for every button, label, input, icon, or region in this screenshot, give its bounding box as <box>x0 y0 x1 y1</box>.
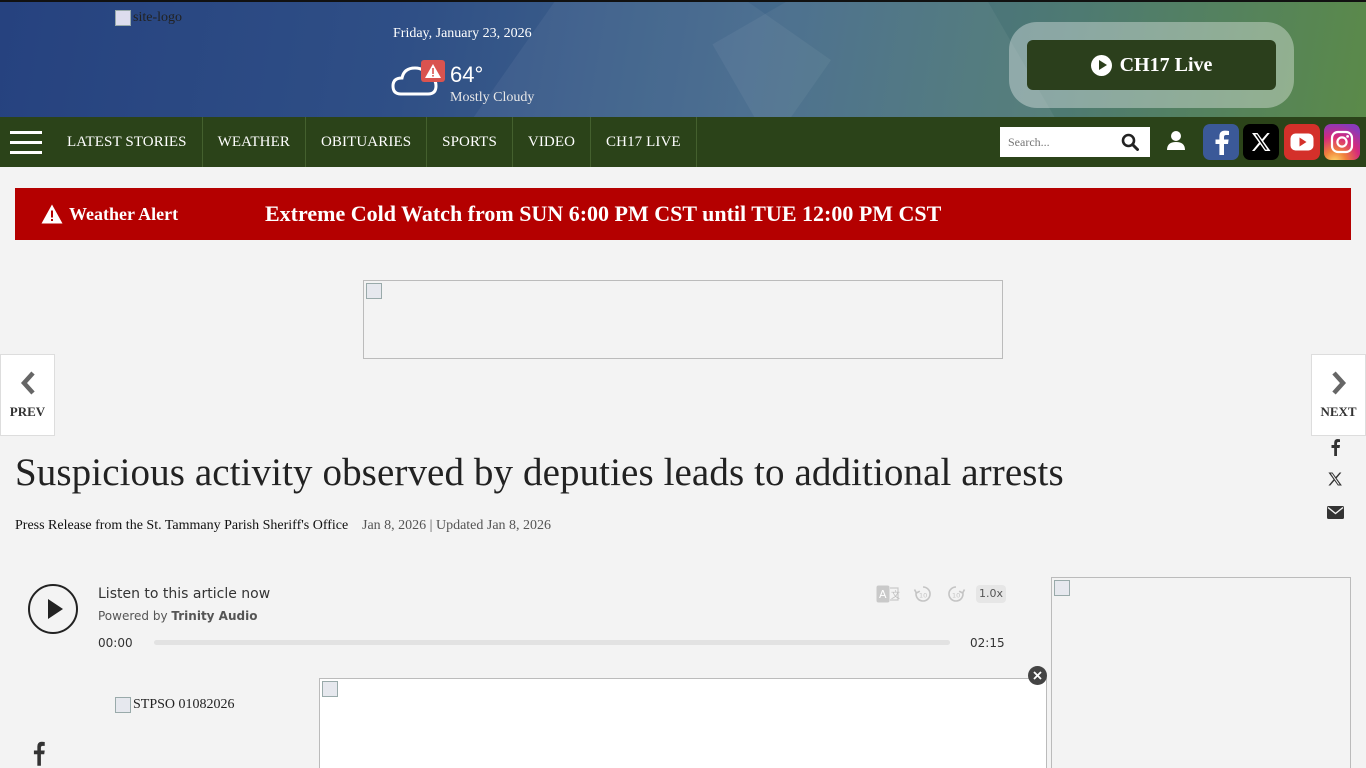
cloud-alert-icon[interactable] <box>391 58 447 98</box>
nav-item-obituaries[interactable]: OBITUARIES <box>306 117 428 167</box>
broken-image-icon <box>115 10 131 26</box>
nav-item-ch17-live[interactable]: CH17 LIVE <box>591 117 697 167</box>
top-banner-ad[interactable] <box>363 280 1003 359</box>
search-input[interactable] <box>1000 128 1115 156</box>
article-dates: Jan 8, 2026 | Updated Jan 8, 2026 <box>362 518 552 533</box>
svg-text:10: 10 <box>919 592 927 600</box>
article-headline: Suspicious activity observed by deputies… <box>15 451 1064 494</box>
broken-image-icon <box>115 697 131 713</box>
user-account-icon[interactable] <box>1166 130 1186 152</box>
svg-text:文: 文 <box>891 589 900 601</box>
nav-item-sports[interactable]: SPORTS <box>427 117 513 167</box>
search-box <box>1000 127 1150 157</box>
chevron-right-icon <box>1331 371 1346 395</box>
prev-article-button[interactable]: PREV <box>0 354 55 436</box>
audio-powered-brand[interactable]: Trinity Audio <box>171 609 257 623</box>
broken-image-icon <box>366 283 382 299</box>
rewind-10-icon[interactable]: 10 <box>913 584 933 604</box>
audio-powered-prefix: Powered by <box>98 609 168 623</box>
audio-powered-by: Powered by Trinity Audio <box>98 609 257 623</box>
site-header: site-logo Friday, January 23, 2026 64° M… <box>0 0 1366 117</box>
weather-alert-label: Weather Alert <box>15 204 265 225</box>
svg-text:A: A <box>879 588 887 601</box>
weather-alert-banner[interactable]: Weather Alert Extreme Cold Watch from SU… <box>15 188 1351 240</box>
share-x-icon[interactable] <box>1324 468 1346 490</box>
play-circle-icon <box>1090 54 1112 76</box>
audio-play-button[interactable] <box>28 584 78 634</box>
close-icon <box>1033 671 1042 680</box>
current-date: Friday, January 23, 2026 <box>393 26 532 41</box>
instagram-icon[interactable] <box>1324 124 1360 160</box>
main-nav: LATEST STORIES WEATHER OBITUARIES SPORTS… <box>0 117 1366 167</box>
svg-text:10: 10 <box>952 592 960 600</box>
x-twitter-icon[interactable] <box>1243 124 1279 160</box>
nav-item-weather[interactable]: WEATHER <box>203 117 306 167</box>
live-button-label: CH17 Live <box>1119 53 1213 76</box>
forward-10-icon[interactable]: 10 <box>946 584 966 604</box>
weather-alert-title: Weather Alert <box>69 203 179 224</box>
share-email-icon[interactable] <box>1324 501 1346 523</box>
article-image: STPSO 01082026 <box>115 697 235 713</box>
playback-speed-button[interactable]: 1.0x <box>976 585 1006 603</box>
nav-item-latest-stories[interactable]: LATEST STORIES <box>52 117 203 167</box>
article-byline[interactable]: Press Release from the St. Tammany Paris… <box>15 518 348 534</box>
weather-condition: Mostly Cloudy <box>450 90 535 105</box>
hamburger-menu-icon[interactable] <box>0 117 52 167</box>
floating-share-facebook-icon[interactable] <box>32 740 50 766</box>
sidebar-ad[interactable] <box>1051 577 1351 768</box>
article-image-alt-text: STPSO 01082026 <box>133 697 235 712</box>
live-button-container: CH17 Live <box>1009 22 1294 108</box>
audio-progress-bar[interactable] <box>154 640 950 645</box>
ch17-live-button[interactable]: CH17 Live <box>1027 40 1276 90</box>
audio-title: Listen to this article now <box>98 586 271 602</box>
facebook-icon[interactable] <box>1203 124 1239 160</box>
weather-temperature[interactable]: 64° <box>450 62 483 88</box>
weather-alert-message: Extreme Cold Watch from SUN 6:00 PM CST … <box>265 201 942 226</box>
site-logo[interactable]: site-logo <box>115 10 182 26</box>
site-logo-alt-text: site-logo <box>133 10 182 25</box>
next-article-button[interactable]: NEXT <box>1311 354 1366 436</box>
next-label: NEXT <box>1320 404 1357 419</box>
broken-image-icon <box>1054 580 1070 596</box>
sticky-bottom-ad[interactable] <box>319 678 1047 768</box>
audio-current-time: 00:00 <box>98 636 133 650</box>
youtube-icon[interactable] <box>1284 124 1320 160</box>
audio-duration: 02:15 <box>970 636 1005 650</box>
nav-item-video[interactable]: VIDEO <box>513 117 592 167</box>
search-icon[interactable] <box>1115 127 1145 157</box>
warning-triangle-icon <box>41 204 63 224</box>
share-facebook-icon[interactable] <box>1324 436 1346 458</box>
close-ad-button[interactable] <box>1028 666 1047 685</box>
translate-icon[interactable]: A文 <box>876 584 900 604</box>
chevron-left-icon <box>20 371 35 395</box>
broken-image-icon <box>322 681 338 697</box>
prev-label: PREV <box>9 404 46 419</box>
